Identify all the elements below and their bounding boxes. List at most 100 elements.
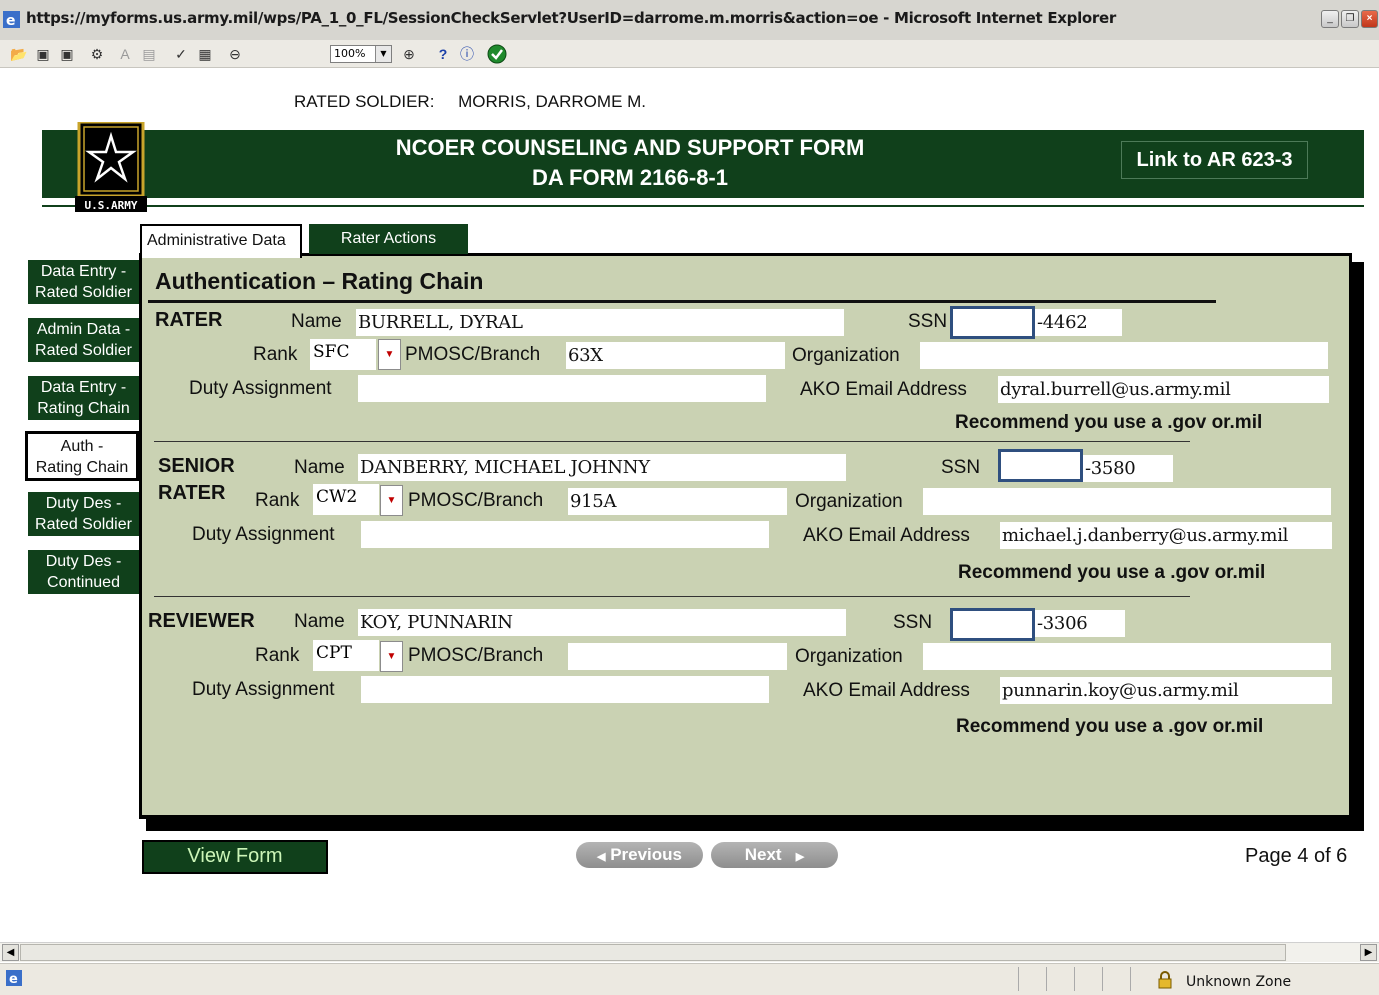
reviewer-ssn-label: SSN — [893, 612, 933, 633]
rater-organization-label: Organization — [792, 345, 900, 366]
zoom-out-icon[interactable]: ⊖ — [224, 43, 246, 65]
previous-button[interactable]: ◀ Previous — [576, 842, 703, 868]
status-divider — [1074, 967, 1075, 991]
rater-name-input[interactable]: BURRELL, DYRAL — [356, 309, 844, 336]
reviewer-name-label: Name — [294, 611, 345, 632]
senior-rater-role-label-1: SENIOR — [158, 455, 235, 477]
senior-rater-pmosc-input[interactable]: 915A — [568, 488, 787, 515]
senior-rater-rank-select[interactable]: CW2 — [313, 484, 379, 515]
senior-rater-ssn-input[interactable] — [998, 449, 1083, 482]
status-divider — [1018, 967, 1019, 991]
reviewer-organization-input[interactable] — [923, 643, 1331, 670]
rater-ssn-input[interactable] — [950, 306, 1035, 339]
rater-email-input[interactable]: dyral.burrell@us.army.mil — [998, 376, 1329, 403]
tab-administrative-data[interactable]: Administrative Data — [140, 224, 302, 258]
senior-rater-organization-input[interactable] — [923, 488, 1331, 515]
minimize-button[interactable]: _ — [1321, 10, 1339, 28]
senior-rater-ssn-suffix: -3580 — [1083, 455, 1173, 482]
close-button[interactable]: × — [1361, 10, 1378, 28]
sidebar-item-data-entry-rated-soldier[interactable]: Data Entry - Rated Soldier — [28, 260, 139, 304]
senior-rater-ssn-label: SSN — [941, 457, 981, 478]
sidebar-item-label: Admin Data - — [36, 321, 131, 338]
chevron-down-icon[interactable]: ▼ — [380, 485, 403, 516]
scroll-left-icon[interactable]: ◀ — [2, 944, 19, 961]
page-indicator: Page 4 of 6 — [1245, 845, 1348, 867]
panel-heading: Authentication – Rating Chain — [155, 268, 484, 294]
reviewer-ssn-suffix: -3306 — [1035, 610, 1125, 637]
section-divider — [154, 441, 1190, 442]
reviewer-email-input[interactable]: punnarin.koy@us.army.mil — [1000, 677, 1332, 704]
rater-organization-input[interactable] — [920, 342, 1328, 369]
sidebar-item-data-entry-rating-chain[interactable]: Data Entry - Rating Chain — [28, 376, 139, 420]
tab-rater-actions[interactable]: Rater Actions — [309, 224, 468, 254]
rater-ssn-suffix: -4462 — [1035, 309, 1122, 336]
sidebar-item-auth-rating-chain[interactable]: Auth - Rating Chain — [25, 431, 139, 481]
save-as-icon[interactable]: ▣ — [56, 43, 78, 65]
help-icon[interactable]: ⓘ — [456, 43, 478, 65]
heading-underline — [148, 300, 1216, 303]
ar-623-3-link[interactable]: Link to AR 623-3 — [1121, 141, 1308, 179]
rater-pmosc-label: PMOSC/Branch — [405, 344, 541, 365]
scrollbar-thumb[interactable] — [20, 944, 1286, 961]
reviewer-duty-input[interactable] — [361, 676, 769, 703]
sidebar-item-label: Data Entry - — [40, 379, 127, 396]
zoom-select[interactable]: 100% ▼ — [330, 45, 392, 63]
reviewer-rank-label: Rank — [255, 645, 300, 666]
paragraph-icon[interactable]: ▤ — [138, 43, 160, 65]
status-divider — [1102, 967, 1103, 991]
rater-rank-label: Rank — [253, 344, 298, 365]
rater-rank-select[interactable]: SFC — [310, 339, 376, 370]
status-divider — [1046, 967, 1047, 991]
zoom-value: 100% — [334, 47, 366, 60]
senior-rater-name-label: Name — [294, 457, 345, 478]
view-form-button[interactable]: View Form — [142, 840, 328, 874]
check-circle-icon[interactable] — [486, 43, 508, 65]
restore-button[interactable]: ❐ — [1341, 10, 1359, 28]
rater-duty-input[interactable] — [358, 375, 766, 402]
sidebar-item-duty-des-continued[interactable]: Duty Des - Continued — [28, 550, 139, 594]
sidebar-item-label: Rated Soldier — [35, 516, 132, 533]
reviewer-name-input[interactable]: KOY, PUNNARIN — [358, 609, 846, 636]
army-logo: U.S.ARMY — [75, 120, 147, 214]
sidebar-item-label: Data Entry - — [40, 263, 127, 280]
whats-this-icon[interactable]: ? — [432, 43, 454, 65]
window-title: https://myforms.us.army.mil/wps/PA_1_0_F… — [26, 9, 1116, 27]
rated-soldier-line: RATED SOLDIER: MORRIS, DARROME M. — [294, 92, 646, 112]
senior-rater-duty-input[interactable] — [361, 521, 769, 548]
reviewer-ako-label: AKO Email Address — [803, 680, 970, 701]
senior-rater-duty-label: Duty Assignment — [192, 524, 335, 545]
sidebar-item-label: Auth - — [60, 438, 104, 455]
svg-text:e: e — [9, 972, 18, 986]
sidebar-item-label: Duty Des - — [45, 495, 122, 512]
chevron-down-icon: ▼ — [375, 46, 391, 62]
rater-role-label: RATER — [155, 309, 223, 331]
senior-rater-name-input[interactable]: DANBERRY, MICHAEL JOHNNY — [358, 454, 846, 481]
zoom-in-icon[interactable]: ⊕ — [398, 43, 420, 65]
senior-rater-email-input[interactable]: michael.j.danberry@us.army.mil — [1000, 522, 1332, 549]
sidebar-item-duty-des-rated-soldier[interactable]: Duty Des - Rated Soldier — [28, 492, 139, 536]
next-label: Next — [744, 845, 782, 864]
reviewer-pmosc-input[interactable] — [568, 643, 787, 670]
image-icon[interactable]: ▦ — [194, 43, 216, 65]
senior-rater-recommend-note: Recommend you use a .gov or.mil — [958, 562, 1266, 583]
settings-icon[interactable]: ⚙ — [86, 43, 108, 65]
reviewer-ssn-input[interactable] — [950, 608, 1035, 641]
save-icon[interactable]: ▣ — [32, 43, 54, 65]
open-folder-icon[interactable]: 📂 — [8, 43, 30, 65]
reviewer-rank-select[interactable]: CPT — [313, 640, 379, 671]
font-icon[interactable]: A — [114, 43, 136, 65]
senior-rater-role-label-2: RATER — [158, 482, 226, 504]
ie-page-icon: e — [6, 970, 22, 986]
rated-soldier-label: RATED SOLDIER: — [294, 92, 435, 111]
next-button[interactable]: Next ▶ — [711, 842, 838, 868]
scroll-right-icon[interactable]: ▶ — [1360, 944, 1377, 961]
sidebar-item-label: Rating Chain — [37, 400, 130, 417]
spellcheck-icon[interactable]: ✓ — [170, 43, 192, 65]
rater-pmosc-input[interactable]: 63X — [566, 342, 785, 369]
chevron-right-icon: ▶ — [795, 851, 805, 863]
svg-text:U.S.ARMY: U.S.ARMY — [85, 199, 138, 212]
chevron-down-icon[interactable]: ▼ — [380, 641, 403, 672]
sidebar-item-admin-data-rated-soldier[interactable]: Admin Data - Rated Soldier — [28, 318, 139, 362]
chevron-down-icon[interactable]: ▼ — [378, 339, 401, 370]
ie-logo-icon: e — [3, 11, 20, 28]
